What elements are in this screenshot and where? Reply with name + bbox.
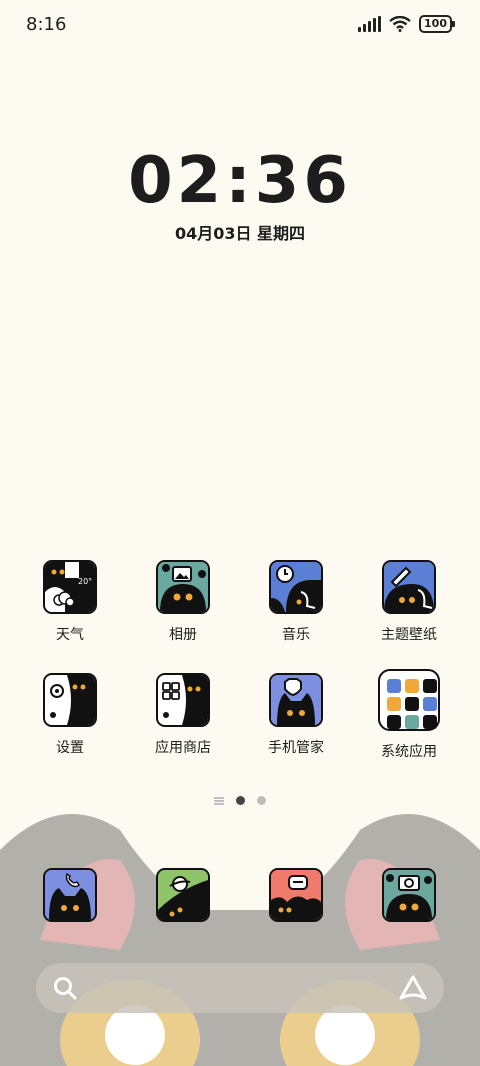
app-security[interactable]: 手机管家 (241, 673, 351, 757)
app-weather[interactable]: 20° 天气 (15, 560, 125, 644)
app-gallery[interactable]: 相册 (128, 560, 238, 644)
dock-phone[interactable] (15, 868, 125, 922)
app-settings[interactable]: 设置 (15, 673, 125, 757)
gallery-icon (156, 560, 210, 614)
status-bar: 8:16 100 (0, 0, 480, 50)
wifi-icon (389, 16, 411, 32)
clock-widget-date[interactable]: 04月03日 星期四 (0, 220, 480, 244)
dock-messages[interactable] (241, 868, 351, 922)
search-icon (54, 977, 77, 1000)
themes-icon (382, 560, 436, 614)
app-music[interactable]: 音乐 (241, 560, 351, 644)
app-label: 音乐 (282, 627, 310, 643)
menu-lines-icon (214, 796, 224, 805)
folder-icon (378, 669, 440, 731)
app-label: 系统应用 (381, 744, 437, 760)
status-time: 8:16 (26, 14, 67, 35)
battery-icon: 100 (419, 15, 455, 33)
page-indicator[interactable] (0, 796, 480, 805)
app-store-icon (156, 673, 210, 727)
dock-camera[interactable] (354, 868, 464, 922)
settings-icon (43, 673, 97, 727)
app-themes[interactable]: 主题壁纸 (354, 560, 464, 644)
clock-widget-time[interactable]: 02:36 (0, 148, 480, 214)
search-bar[interactable] (36, 963, 444, 1013)
ai-assistant-icon[interactable] (398, 974, 428, 1002)
app-label: 天气 (56, 627, 84, 643)
signal-icon (358, 16, 382, 32)
camera-icon (382, 868, 436, 922)
page-dot (257, 796, 266, 805)
security-icon (269, 673, 323, 727)
app-label: 设置 (56, 740, 84, 756)
page-dot-active (236, 796, 245, 805)
app-store[interactable]: 应用商店 (128, 673, 238, 757)
wallpaper-cat-illustration (0, 814, 480, 1066)
music-icon (269, 560, 323, 614)
weather-temp: 20° (78, 577, 92, 586)
phone-icon (43, 868, 97, 922)
weather-icon: 20° (43, 560, 97, 614)
app-label: 相册 (169, 627, 197, 643)
app-label: 手机管家 (268, 740, 324, 756)
dock-browser[interactable] (128, 868, 238, 922)
app-label: 主题壁纸 (381, 627, 437, 643)
app-system-folder[interactable]: 系统应用 (354, 669, 464, 761)
messages-icon (269, 868, 323, 922)
app-label: 应用商店 (155, 740, 211, 756)
browser-icon (156, 868, 210, 922)
